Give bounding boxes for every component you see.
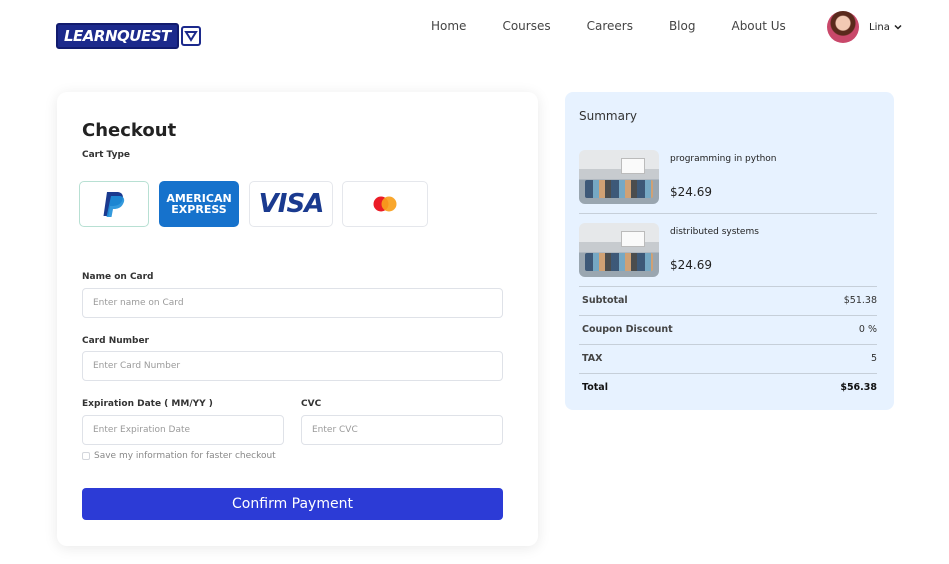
item-name: programming in python (670, 154, 777, 164)
total-label: Total (582, 382, 608, 393)
course-thumbnail (579, 223, 659, 277)
subtotal-value: $51.38 (843, 295, 877, 306)
main-nav: Home Courses Careers Blog About Us (431, 18, 822, 34)
item-price: $24.69 (670, 185, 712, 199)
item-price: $24.69 (670, 258, 712, 272)
divider (579, 344, 877, 345)
payment-option-mastercard[interactable] (342, 181, 428, 227)
cvc-label: CVC (301, 399, 322, 409)
checkout-page: LEARNQUEST Home Courses Careers Blog Abo… (0, 0, 949, 564)
name-on-card-input[interactable] (82, 288, 503, 318)
order-summary: Summary programming in python $24.69 dis… (565, 92, 894, 410)
item-name: distributed systems (670, 227, 759, 237)
divider (579, 213, 877, 214)
checkout-card: Checkout Cart Type AMERICAN EXPRESS VISA… (57, 92, 538, 546)
nav-careers[interactable]: Careers (587, 18, 633, 34)
payment-option-amex[interactable]: AMERICAN EXPRESS (159, 181, 239, 227)
logo-mark-icon (180, 26, 201, 46)
nav-courses[interactable]: Courses (502, 18, 550, 34)
profile-name: Lina (869, 21, 890, 33)
save-info-option[interactable]: Save my information for faster checkout (82, 451, 276, 461)
summary-item: programming in python $24.69 (579, 150, 877, 204)
divider (579, 373, 877, 374)
logo-wordmark: LEARNQUEST (56, 23, 179, 49)
save-info-checkbox[interactable] (82, 452, 90, 460)
course-thumbnail (579, 150, 659, 204)
visa-wordmark: VISA (258, 189, 325, 219)
amex-line2: EXPRESS (171, 203, 227, 216)
summary-title: Summary (579, 109, 637, 123)
tax-value: 5 (870, 353, 877, 364)
paypal-icon (103, 192, 125, 217)
payment-option-paypal[interactable] (79, 181, 149, 227)
avatar[interactable] (827, 11, 859, 43)
subtotal-label: Subtotal (582, 295, 628, 306)
nav-blog[interactable]: Blog (669, 18, 696, 34)
cart-type-label: Cart Type (82, 150, 131, 160)
name-on-card-label: Name on Card (82, 272, 154, 282)
cvc-input[interactable] (301, 415, 503, 445)
learnquest-logo[interactable]: LEARNQUEST (56, 23, 201, 49)
confirm-payment-button[interactable]: Confirm Payment (82, 488, 503, 520)
page-title: Checkout (82, 120, 177, 141)
payment-option-visa[interactable]: VISA (249, 181, 333, 227)
save-info-label: Save my information for faster checkout (94, 451, 276, 461)
nav-about-us[interactable]: About Us (731, 18, 785, 34)
summary-item: distributed systems $24.69 (579, 223, 877, 277)
nav-home[interactable]: Home (431, 18, 466, 34)
divider (579, 315, 877, 316)
expiration-date-input[interactable] (82, 415, 284, 445)
chevron-down-icon[interactable] (894, 23, 902, 31)
tax-label: TAX (582, 353, 603, 364)
card-number-label: Card Number (82, 336, 149, 346)
coupon-discount-label: Coupon Discount (582, 324, 673, 335)
expiration-date-label: Expiration Date ( MM/YY ) (82, 399, 213, 409)
card-number-input[interactable] (82, 351, 503, 381)
total-value: $56.38 (840, 382, 877, 393)
mastercard-icon (373, 196, 397, 212)
divider (579, 286, 877, 287)
coupon-discount-value: 0 % (858, 324, 877, 335)
profile-menu[interactable]: Lina (827, 11, 902, 43)
